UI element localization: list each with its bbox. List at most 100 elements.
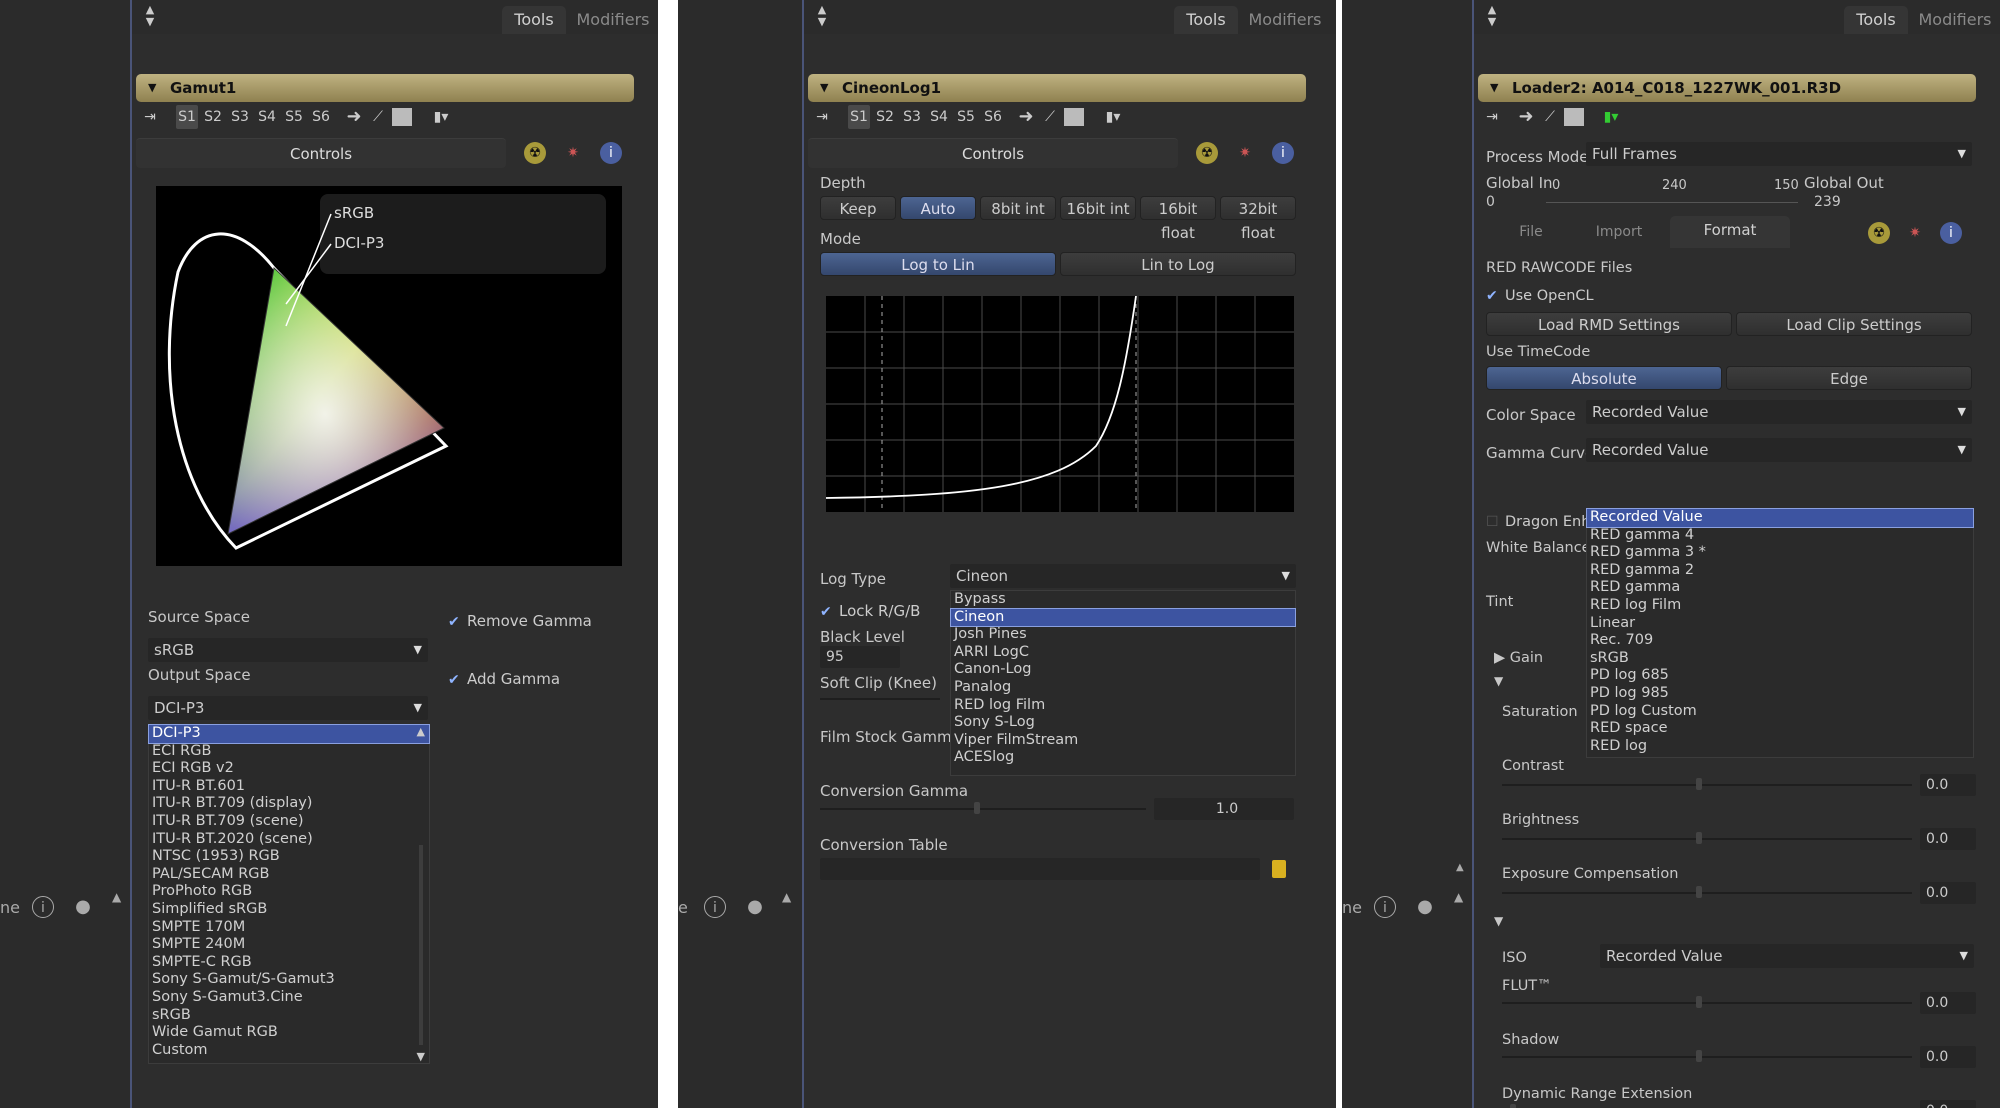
global-out-value[interactable]: 239 xyxy=(1814,194,1841,210)
updown-icon[interactable]: ▲ ▼ xyxy=(1482,4,1502,30)
output-space-option[interactable]: Sony S-Gamut/S-Gamut3 xyxy=(149,971,429,989)
iso-select[interactable]: Recorded Value ▼ xyxy=(1600,944,1974,968)
output-space-option[interactable]: ITU-R BT.709 (display) xyxy=(149,795,429,813)
gamma-curve-option[interactable]: RED gamma 2 xyxy=(1587,562,1973,580)
log-to-lin-button[interactable]: Log to Lin xyxy=(820,252,1056,276)
tab-tools[interactable]: Tools xyxy=(1844,6,1908,34)
output-space-option[interactable]: SMPTE 240M xyxy=(149,936,429,954)
log-type-option[interactable]: Panalog xyxy=(951,679,1295,697)
gamma-curve-option[interactable]: RED log xyxy=(1587,738,1973,756)
output-space-select[interactable]: DCI-P3 ▼ xyxy=(148,696,428,720)
info-icon[interactable]: i xyxy=(1374,896,1396,918)
arrow-icon[interactable]: ➜ xyxy=(1514,105,1538,129)
tab-modifiers[interactable]: Modifiers xyxy=(1244,6,1326,34)
up-arrow-icon[interactable]: ▲ xyxy=(112,890,121,904)
timecode-edge-button[interactable]: Edge xyxy=(1726,366,1972,390)
output-space-option[interactable]: ITU-R BT.2020 (scene) xyxy=(149,831,429,849)
log-type-option[interactable]: Canon-Log xyxy=(951,661,1295,679)
version-s4[interactable]: S4 xyxy=(928,105,950,129)
subtab-file[interactable]: File xyxy=(1486,218,1576,246)
output-space-option[interactable]: DCI-P3 xyxy=(148,724,430,744)
expand-icon[interactable]: ▼ xyxy=(1494,914,1503,928)
pin-icon[interactable]: ⇥ xyxy=(1482,105,1502,129)
view-swatch-icon[interactable]: ▮▾ xyxy=(1098,105,1128,129)
pin-icon[interactable]: ⇥ xyxy=(812,105,832,129)
tab-tools[interactable]: Tools xyxy=(502,6,566,34)
output-space-option[interactable]: ITU-R BT.601 xyxy=(149,778,429,796)
subtab-import[interactable]: Import xyxy=(1574,218,1664,246)
pick-icon[interactable]: ⟋ xyxy=(1038,105,1062,129)
load-rmd-button[interactable]: Load RMD Settings xyxy=(1486,312,1732,336)
global-in-value[interactable]: 0 xyxy=(1486,194,1495,210)
save-icon[interactable] xyxy=(392,108,412,126)
version-s3[interactable]: S3 xyxy=(901,105,923,129)
updown-icon[interactable]: ▲ ▼ xyxy=(140,4,160,30)
gamma-curve-option[interactable]: Rec. 709 xyxy=(1587,632,1973,650)
exposure-slider[interactable] xyxy=(1502,892,1912,894)
output-space-option[interactable]: Sony S-Gamut3.Cine xyxy=(149,989,429,1007)
log-type-option[interactable]: ARRI LogC xyxy=(951,644,1295,662)
chat-icon[interactable]: ● xyxy=(1414,896,1436,918)
info-icon[interactable]: i xyxy=(1272,142,1294,164)
version-s4[interactable]: S4 xyxy=(256,105,278,129)
output-space-option[interactable]: sRGB xyxy=(149,1007,429,1025)
shadow-slider[interactable] xyxy=(1502,1056,1912,1058)
save-icon[interactable] xyxy=(1564,108,1584,126)
radiation-icon[interactable]: ☢ xyxy=(1868,222,1890,244)
gamma-curve-option[interactable]: RED gamma xyxy=(1587,579,1973,597)
output-space-option[interactable]: ITU-R BT.709 (scene) xyxy=(149,813,429,831)
controls-tab[interactable]: Controls xyxy=(136,138,506,168)
lock-rgb-checkbox[interactable]: ✔ Lock R/G/B xyxy=(820,602,920,620)
version-s6[interactable]: S6 xyxy=(982,105,1004,129)
depth-8bit-int-button[interactable]: 8bit int xyxy=(980,196,1056,220)
flut-field[interactable]: 0.0 xyxy=(1920,992,1976,1014)
brightness-field[interactable]: 0.0 xyxy=(1920,828,1976,850)
depth-16bit-int-button[interactable]: 16bit int xyxy=(1060,196,1136,220)
use-opencl-checkbox[interactable]: ✔ Use OpenCL xyxy=(1486,288,1594,304)
info-icon[interactable]: i xyxy=(1940,222,1962,244)
scrollbar[interactable] xyxy=(419,845,423,1045)
chat-icon[interactable]: ● xyxy=(72,896,94,918)
output-space-option[interactable]: Simplified sRGB xyxy=(149,901,429,919)
tool-title[interactable]: ▼ Loader2: A014_C018_1227WK_001.R3D xyxy=(1478,74,1976,102)
process-mode-select[interactable]: Full Frames ▼ xyxy=(1586,142,1972,166)
pin-icon[interactable]: ⇥ xyxy=(140,105,160,129)
flut-thumb[interactable] xyxy=(1696,996,1702,1008)
gamma-curve-option[interactable]: RED log Film xyxy=(1587,597,1973,615)
subtab-format[interactable]: Format xyxy=(1670,216,1790,248)
color-space-select[interactable]: Recorded Value ▼ xyxy=(1586,400,1972,424)
version-s6[interactable]: S6 xyxy=(310,105,332,129)
output-space-option[interactable]: ProPhoto RGB xyxy=(149,883,429,901)
soft-clip-slider[interactable] xyxy=(820,698,940,700)
info-icon[interactable]: i xyxy=(600,142,622,164)
dre-thumb[interactable] xyxy=(1510,1104,1516,1108)
gear-icon[interactable]: ✷ xyxy=(1234,142,1256,164)
scroll-up-icon[interactable]: ▲ xyxy=(417,725,425,738)
output-space-option[interactable]: Wide Gamut RGB xyxy=(149,1024,429,1042)
pick-icon[interactable]: ⟋ xyxy=(366,105,390,129)
log-type-option[interactable]: Bypass xyxy=(951,591,1295,609)
depth-16bit-float-button[interactable]: 16bit float xyxy=(1140,196,1216,242)
arrow-icon[interactable]: ➜ xyxy=(1014,105,1038,129)
scroll-down-icon[interactable]: ▼ xyxy=(417,1050,425,1063)
version-s1[interactable]: S1 xyxy=(176,105,198,129)
pick-icon[interactable]: ⟋ xyxy=(1538,105,1562,129)
tab-tools[interactable]: Tools xyxy=(1174,6,1238,34)
version-s2[interactable]: S2 xyxy=(202,105,224,129)
gear-icon[interactable]: ✷ xyxy=(562,142,584,164)
log-type-option[interactable]: RED log Film xyxy=(951,697,1295,715)
up-arrow-icon[interactable]: ▲ xyxy=(1456,862,1464,873)
gamma-curve-option[interactable]: PD log 985 xyxy=(1587,685,1973,703)
version-s2[interactable]: S2 xyxy=(874,105,896,129)
gain-label[interactable]: ▶ Gain xyxy=(1494,650,1543,666)
gamma-curve-option[interactable]: sRGB xyxy=(1587,650,1973,668)
version-s3[interactable]: S3 xyxy=(229,105,251,129)
version-s1[interactable]: S1 xyxy=(848,105,870,129)
remove-gamma-checkbox[interactable]: ✔ Remove Gamma xyxy=(448,612,592,630)
gamma-curve-option[interactable]: Recorded Value xyxy=(1586,508,1974,528)
view-swatch-icon[interactable]: ▮▾ xyxy=(426,105,456,129)
conversion-gamma-field[interactable]: 1.0 xyxy=(1154,798,1294,820)
version-s5[interactable]: S5 xyxy=(955,105,977,129)
arrow-icon[interactable]: ➜ xyxy=(342,105,366,129)
output-space-option[interactable]: SMPTE-C RGB xyxy=(149,954,429,972)
